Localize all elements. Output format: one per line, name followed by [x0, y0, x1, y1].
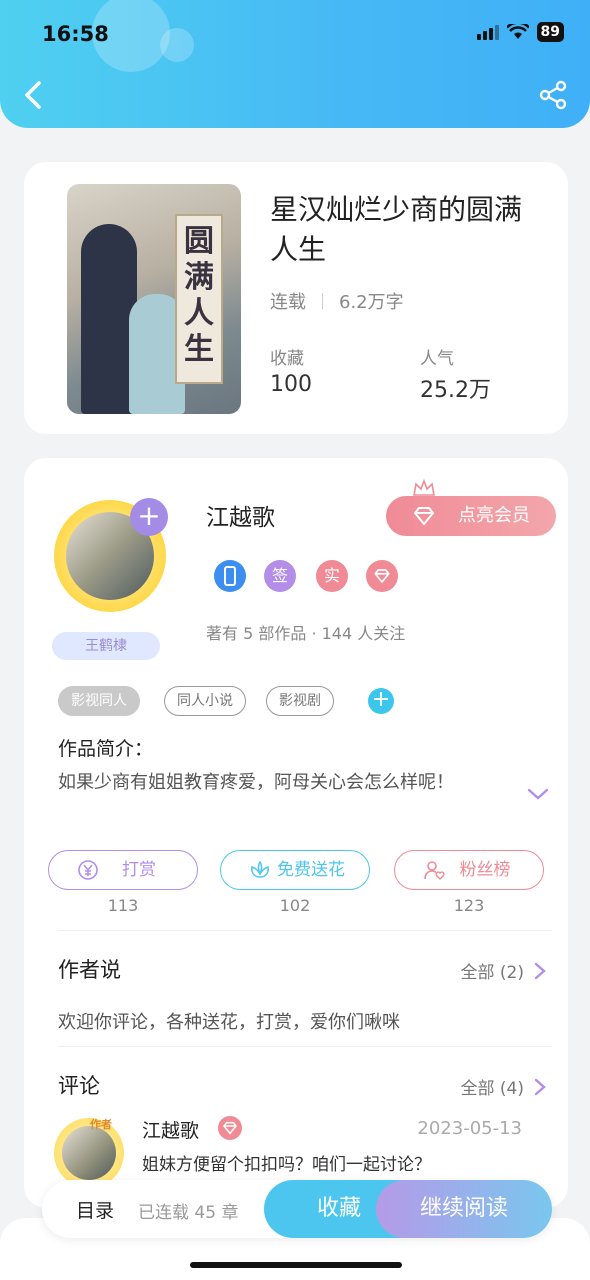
chevron-down-icon[interactable]	[526, 786, 550, 802]
popularity-label: 人气	[420, 349, 454, 369]
bottom-action-bar: 目录 已连载 45 章 收藏 继续阅读	[42, 1180, 552, 1238]
status-time: 16:58	[42, 22, 109, 46]
comment-text: 姐妹方便留个扣扣吗？咱们一起讨论？	[142, 1155, 431, 1175]
send-flower-button[interactable]: 免费送花	[220, 850, 370, 890]
divider	[58, 1046, 552, 1047]
author-says-more-label: 全部 (2)	[460, 963, 524, 983]
sign-icon[interactable]: 签	[264, 560, 296, 592]
comments-more-label: 全部 (4)	[460, 1079, 524, 1099]
author-badge: 作者	[90, 1118, 112, 1131]
reward-button[interactable]: 打赏	[48, 850, 198, 890]
comments-more[interactable]: 全部 (4)	[461, 1074, 546, 1099]
intro-text: 如果少商有姐姐教育疼爱，阿母关心会怎么样呢！	[58, 772, 454, 793]
gem-icon	[218, 1116, 242, 1140]
real-icon[interactable]: 实	[316, 560, 348, 592]
intro-title: 作品简介：	[58, 738, 154, 760]
tag-item[interactable]: 影视同人	[58, 686, 140, 716]
author-says-title: 作者说	[58, 958, 121, 982]
chapter-count: 已连载 45 章	[138, 1203, 239, 1223]
signal-icon	[476, 24, 499, 40]
crown-icon	[413, 478, 435, 496]
flower-icon	[251, 860, 269, 878]
battery-icon: 89	[536, 22, 564, 42]
toc-button[interactable]: 目录	[76, 1196, 114, 1223]
gem-icon[interactable]	[366, 560, 398, 592]
back-icon[interactable]	[22, 80, 44, 110]
continue-reading-button[interactable]: 继续阅读	[376, 1180, 552, 1238]
author-name[interactable]: 江越歌	[206, 498, 275, 532]
decor-bubble	[160, 28, 194, 62]
chevron-right-icon	[534, 1078, 546, 1095]
reward-label: 打赏	[122, 860, 156, 880]
author-stats: 著有 5 部作品 · 144 人关注	[206, 624, 406, 643]
chevron-right-icon	[534, 962, 546, 979]
author-says-text: 欢迎你评论，各种送花，打赏，爱你们啾咪	[58, 1012, 400, 1033]
vip-button[interactable]: 点亮会员	[386, 496, 556, 536]
phone-icon[interactable]	[214, 560, 246, 592]
fan-ranking-button[interactable]: 粉丝榜	[394, 850, 544, 890]
yen-icon	[78, 860, 98, 880]
comments-title: 评论	[58, 1074, 100, 1098]
reward-count: 113	[107, 896, 139, 915]
popularity-value: 25.2万	[420, 378, 491, 403]
word-count: 6.2万字	[339, 292, 404, 313]
follow-plus-icon[interactable]: +	[130, 498, 168, 536]
author-card: + 王鹤棣 江越歌 点亮会员 签 实 著有 5 部作品 · 144 人关注 影视…	[24, 458, 568, 1208]
comment-avatar[interactable]: 作者	[54, 1118, 124, 1188]
divider	[58, 930, 552, 931]
wifi-icon	[506, 24, 529, 39]
comment-date: 2023-05-13	[417, 1118, 522, 1139]
book-cover[interactable]: 圆满人生	[67, 184, 241, 414]
status-icons: 89	[476, 22, 564, 42]
tag-item[interactable]: 同人小说	[164, 686, 246, 716]
comment-author-name[interactable]: 江越歌	[142, 1116, 199, 1143]
book-title: 星汉灿烂少商的圆满人生	[270, 193, 523, 266]
gem-icon	[414, 507, 434, 525]
collect-label: 收藏	[270, 349, 304, 369]
book-meta: 连载 6.2万字	[270, 288, 404, 314]
vip-button-label: 点亮会员	[458, 505, 530, 526]
tag-item[interactable]: 影视剧	[266, 686, 334, 716]
avatar-name-tag: 王鹤棣	[52, 632, 160, 660]
cover-title-text: 圆满人生	[184, 224, 214, 367]
author-says-more[interactable]: 全部 (2)	[461, 958, 546, 983]
avatar	[62, 1126, 116, 1180]
book-status: 连载	[270, 292, 306, 313]
book-info-card: 圆满人生 星汉灿烂少商的圆满人生 连载 6.2万字 收藏 100 人气 25.2…	[24, 162, 568, 434]
add-tag-icon[interactable]: +	[368, 688, 394, 714]
fans-count: 123	[453, 896, 485, 915]
collect-value: 100	[270, 372, 312, 397]
top-header: 16:58 89	[0, 0, 590, 128]
flower-count: 102	[279, 896, 311, 915]
share-icon[interactable]	[538, 80, 568, 110]
divider	[322, 293, 323, 309]
home-indicator	[190, 1262, 402, 1268]
fans-icon	[424, 861, 445, 880]
